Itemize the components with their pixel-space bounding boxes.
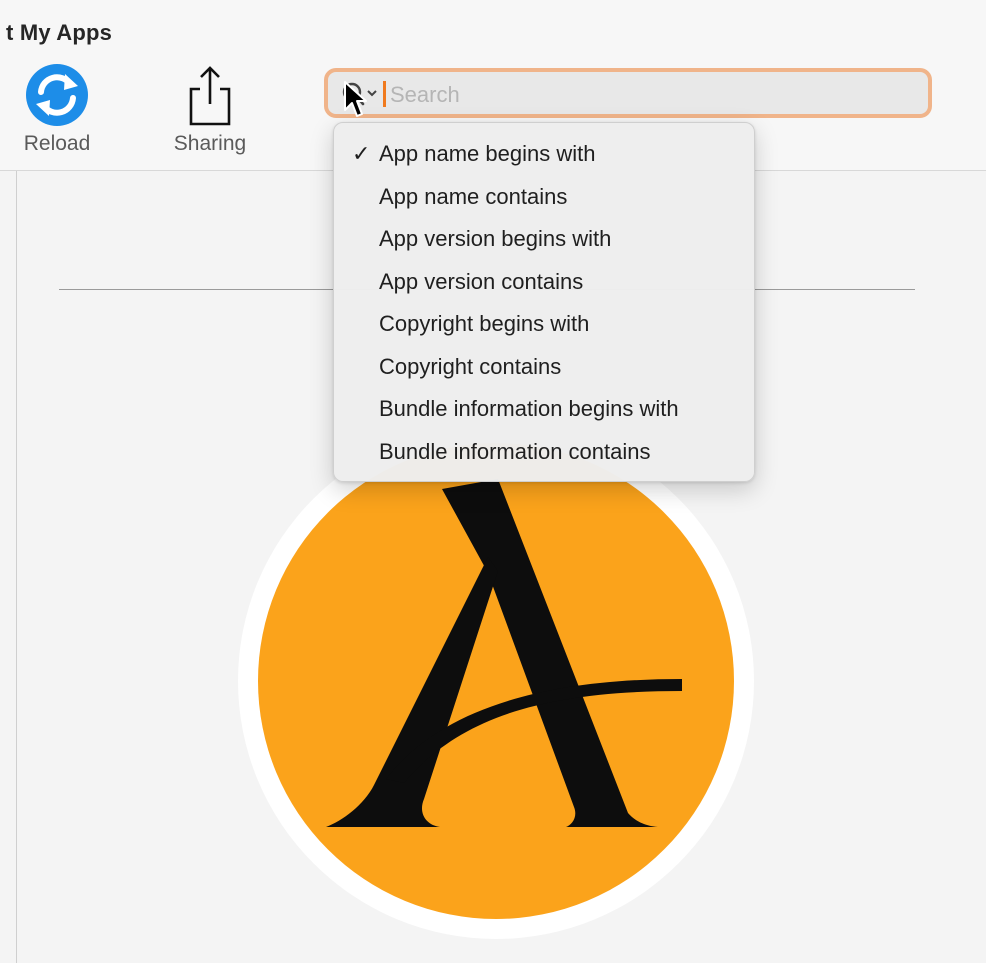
mouse-pointer-icon bbox=[344, 81, 367, 117]
share-icon bbox=[189, 66, 231, 126]
menu-item-bundle-information-contains[interactable]: Bundle information contains bbox=[334, 431, 754, 474]
text-caret bbox=[383, 81, 386, 107]
letter-a-app-icon bbox=[238, 423, 754, 939]
menu-item-label: App name begins with bbox=[379, 141, 596, 166]
menu-item-label: Copyright contains bbox=[379, 353, 562, 379]
search-input[interactable] bbox=[388, 76, 912, 114]
menu-item-label: App name contains bbox=[379, 183, 568, 209]
menu-item-label: Bundle information begins with bbox=[379, 396, 679, 421]
menu-item-bundle-information-begins-with[interactable]: Bundle information begins with bbox=[334, 388, 754, 431]
menu-item-label: App version contains bbox=[379, 268, 584, 294]
menu-item-app-name-contains[interactable]: App name contains bbox=[334, 176, 754, 219]
checkmark-icon: ✓ bbox=[352, 141, 371, 166]
menu-item-copyright-contains[interactable]: Copyright contains bbox=[334, 346, 754, 389]
sharing-button[interactable]: Sharing bbox=[162, 62, 258, 156]
sharing-label: Sharing bbox=[173, 132, 247, 155]
window-title: t My Apps bbox=[6, 20, 113, 45]
menu-item-copyright-begins-with[interactable]: Copyright begins with bbox=[334, 303, 754, 346]
search-scope-menu: ✓ App name begins with App name contains… bbox=[333, 122, 755, 482]
menu-item-app-version-contains[interactable]: App version contains bbox=[334, 261, 754, 304]
app-window: t My Apps Reload Sharing Search ✓ App na… bbox=[0, 0, 986, 963]
menu-item-app-version-begins-with[interactable]: App version begins with bbox=[334, 218, 754, 261]
menu-item-label: Bundle information contains bbox=[379, 438, 651, 464]
reload-label: Reload bbox=[23, 132, 91, 155]
search-field[interactable] bbox=[324, 68, 932, 118]
content-left-border bbox=[16, 171, 17, 963]
menu-item-label: App version begins with bbox=[379, 226, 612, 251]
chevron-down-icon bbox=[367, 90, 377, 97]
reload-icon bbox=[26, 64, 88, 126]
reload-button[interactable]: Reload bbox=[16, 62, 98, 156]
menu-item-app-name-begins-with[interactable]: ✓ App name begins with bbox=[334, 133, 754, 176]
menu-item-label: Copyright begins with bbox=[379, 311, 590, 336]
